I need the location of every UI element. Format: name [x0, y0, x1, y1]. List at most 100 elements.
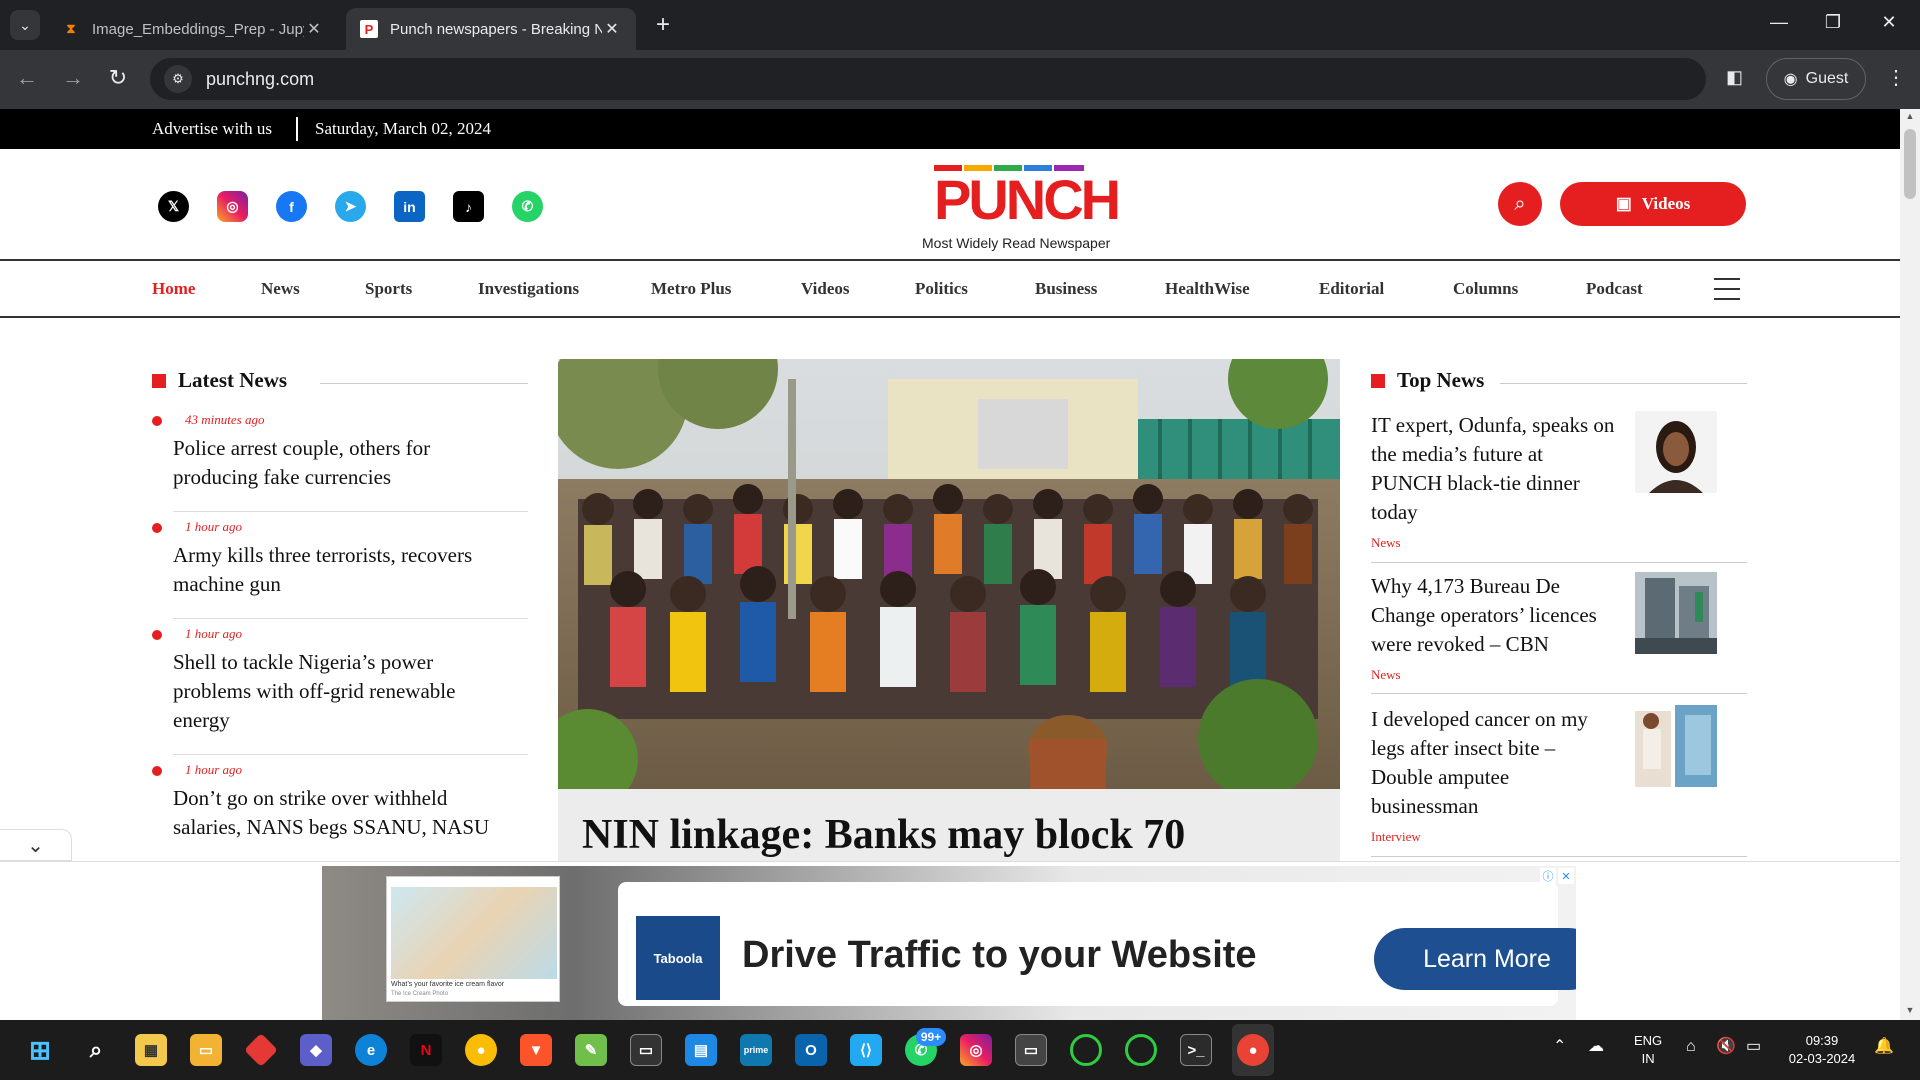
nav-columns[interactable]: Columns — [1453, 279, 1518, 299]
minimize-icon[interactable]: — — [1764, 12, 1794, 33]
close-icon[interactable]: ✕ — [602, 19, 622, 39]
article-thumbnail[interactable] — [1635, 705, 1717, 787]
cloud-icon[interactable]: ☁ — [1588, 1038, 1604, 1056]
outlook-icon[interactable]: O — [795, 1034, 827, 1066]
headline[interactable]: IT expert, Odunfa, speaks on the media’s… — [1371, 411, 1631, 527]
netflix-icon[interactable]: N — [410, 1034, 442, 1066]
page-scrollbar[interactable]: ▲ ▼ — [1900, 109, 1920, 1020]
search-icon[interactable]: ⌕ — [80, 1034, 112, 1066]
profile-button[interactable]: ◉ Guest — [1766, 58, 1866, 100]
nav-home[interactable]: Home — [152, 279, 195, 299]
category-label[interactable]: Interview — [1371, 829, 1421, 845]
terminal-icon[interactable]: ▭ — [630, 1034, 662, 1066]
forward-icon[interactable]: → — [58, 65, 88, 91]
advertise-link[interactable]: Advertise with us — [152, 119, 272, 139]
side-panel-icon[interactable]: ◧ — [1726, 67, 1743, 88]
scroll-down-icon[interactable]: ▼ — [1900, 1005, 1920, 1015]
ad-headline[interactable]: Drive Traffic to your Website — [742, 934, 1257, 977]
ad-preview-card[interactable]: What’s your favorite ice cream flavor Th… — [386, 876, 560, 1002]
tab-jupyter[interactable]: ⧗ Image_Embeddings_Prep - Jupyter ✕ — [48, 8, 338, 50]
x-icon[interactable]: 𝕏 — [158, 191, 189, 222]
nav-business[interactable]: Business — [1035, 279, 1097, 299]
close-icon[interactable]: ✕ — [304, 19, 324, 39]
copilot-icon[interactable]: ◆ — [300, 1034, 332, 1066]
taboola-ad[interactable]: What’s your favorite ice cream flavor Th… — [322, 866, 1576, 1020]
browser-menu-icon[interactable]: ⋮ — [1886, 65, 1906, 90]
edge-icon[interactable]: e — [355, 1034, 387, 1066]
chevron-up-icon[interactable]: ⌃ — [1553, 1038, 1566, 1056]
info-icon[interactable]: ⓘ — [1540, 868, 1556, 884]
app-icon[interactable]: ✎ — [575, 1034, 607, 1066]
brave-icon[interactable]: ▼ — [520, 1034, 552, 1066]
collapse-ad-button[interactable]: ⌄ — [0, 829, 72, 861]
headline[interactable]: Army kills three terrorists, recovers ma… — [173, 541, 513, 599]
clock[interactable]: 09:39 02-03-2024 — [1786, 1032, 1858, 1068]
volume-mute-icon[interactable]: 🔇 — [1716, 1038, 1736, 1056]
chrome-icon[interactable]: ● — [1237, 1034, 1269, 1066]
tab-search-button[interactable]: ⌄ — [10, 10, 40, 40]
hero-caption[interactable]: NIN linkage: Banks may block 70 — [558, 789, 1340, 869]
nav-sports[interactable]: Sports — [365, 279, 412, 299]
instagram-icon[interactable]: ◎ — [217, 191, 248, 222]
category-label[interactable]: News — [1371, 667, 1401, 683]
nav-healthwise[interactable]: HealthWise — [1165, 279, 1250, 299]
terminal-icon[interactable]: >_ — [1180, 1034, 1212, 1066]
hero-image[interactable] — [558, 359, 1340, 789]
videos-button[interactable]: ▣ Videos — [1560, 182, 1746, 226]
store-icon[interactable]: ▦ — [135, 1034, 167, 1066]
back-icon[interactable]: ← — [12, 65, 42, 91]
restore-icon[interactable]: ❐ — [1818, 12, 1848, 33]
file-explorer-icon[interactable]: ▭ — [190, 1034, 222, 1066]
nav-editorial[interactable]: Editorial — [1319, 279, 1384, 299]
app-icon[interactable] — [244, 1033, 278, 1067]
learn-more-button[interactable]: Learn More — [1374, 928, 1576, 990]
site-info-icon[interactable]: ⚙ — [164, 65, 192, 93]
search-button[interactable]: ⌕ — [1498, 182, 1542, 226]
category-label[interactable]: News — [1371, 535, 1401, 551]
nav-investigations[interactable]: Investigations — [478, 279, 579, 299]
scroll-up-icon[interactable]: ▲ — [1900, 111, 1920, 121]
article-thumbnail[interactable] — [1635, 572, 1717, 654]
instagram-icon[interactable]: ◎ — [960, 1034, 992, 1066]
nav-news[interactable]: News — [261, 279, 300, 299]
telegram-icon[interactable]: ➤ — [335, 191, 366, 222]
chrome-icon[interactable]: ● — [465, 1034, 497, 1066]
nav-videos[interactable]: Videos — [801, 279, 850, 299]
linkedin-icon[interactable]: in — [394, 191, 425, 222]
vscode-icon[interactable]: ⟨⟩ — [850, 1034, 882, 1066]
language-indicator[interactable]: ENG IN — [1634, 1032, 1662, 1068]
headline[interactable]: Why 4,173 Bureau De Change operators’ li… — [1371, 572, 1631, 659]
tiktok-icon[interactable]: ♪ — [453, 191, 484, 222]
window-close-icon[interactable]: ✕ — [1874, 12, 1904, 33]
hamburger-menu-icon[interactable] — [1714, 278, 1740, 308]
url-text[interactable]: punchng.com — [206, 69, 314, 90]
battery-icon[interactable]: ▭ — [1746, 1038, 1761, 1056]
headline[interactable]: Don’t go on strike over withheld salarie… — [173, 784, 513, 842]
prime-video-icon[interactable]: prime — [740, 1034, 772, 1066]
headline[interactable]: Police arrest couple, others for produci… — [173, 434, 513, 492]
ad-choices[interactable]: ⓘ ✕ — [1540, 868, 1574, 884]
ad-panel[interactable]: Taboola Drive Traffic to your Website Le… — [618, 882, 1576, 1006]
headline[interactable]: I developed cancer on my legs after inse… — [1371, 705, 1631, 821]
close-icon[interactable]: ✕ — [1558, 868, 1574, 884]
reload-icon[interactable]: ↻ — [103, 65, 133, 91]
network-icon[interactable]: ⌂ — [1686, 1038, 1696, 1056]
notification-bell-icon[interactable]: 🔔 — [1874, 1038, 1894, 1056]
app-icon[interactable] — [1070, 1034, 1102, 1066]
new-tab-button[interactable]: + — [650, 11, 676, 38]
article-thumbnail[interactable] — [1635, 411, 1717, 493]
app-icon[interactable]: ▤ — [685, 1034, 717, 1066]
nav-podcast[interactable]: Podcast — [1586, 279, 1643, 299]
nav-metro-plus[interactable]: Metro Plus — [651, 279, 731, 299]
headline[interactable]: Shell to tackle Nigeria’s power problems… — [173, 648, 513, 735]
scrollbar-thumb[interactable] — [1904, 129, 1916, 199]
app-icon[interactable] — [1125, 1034, 1157, 1066]
tab-punch[interactable]: P Punch newspapers - Breaking News ✕ — [346, 8, 636, 50]
app-icon[interactable]: ▭ — [1015, 1034, 1047, 1066]
facebook-icon[interactable]: f — [276, 191, 307, 222]
whatsapp-icon[interactable]: ✆ — [512, 191, 543, 222]
address-bar[interactable]: ⚙ punchng.com — [150, 58, 1706, 100]
windows-start-icon[interactable]: ⊞ — [24, 1034, 56, 1066]
hero-headline[interactable]: NIN linkage: Banks may block 70 — [582, 811, 1185, 859]
nav-politics[interactable]: Politics — [915, 279, 968, 299]
